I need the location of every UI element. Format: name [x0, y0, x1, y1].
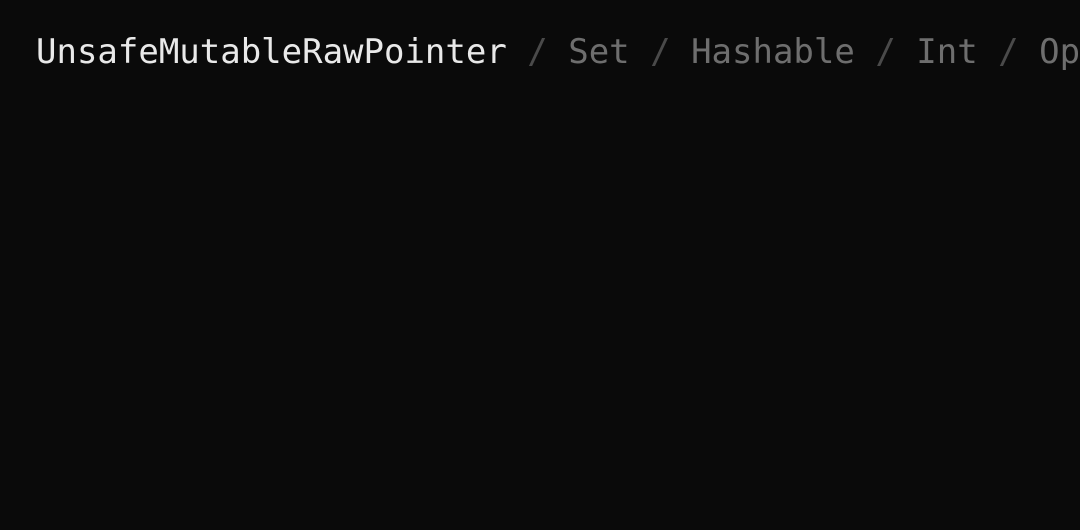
separator: / — [506, 32, 569, 72]
type-name-list: UnsafeMutableRawPointer / Set / Hashable… — [36, 26, 1080, 79]
separator: / — [629, 32, 692, 72]
type-name[interactable]: Int — [916, 32, 977, 72]
type-name[interactable]: Hashable — [691, 32, 855, 72]
type-name[interactable]: UnsafeMutableRawPointer — [36, 32, 507, 72]
type-name[interactable]: Optional — [1039, 32, 1080, 72]
type-name[interactable]: Set — [568, 32, 629, 72]
separator: / — [977, 32, 1040, 72]
separator: / — [854, 32, 917, 72]
type-cloud-screen: UnsafeMutableRawPointer / Set / Hashable… — [0, 0, 1080, 530]
